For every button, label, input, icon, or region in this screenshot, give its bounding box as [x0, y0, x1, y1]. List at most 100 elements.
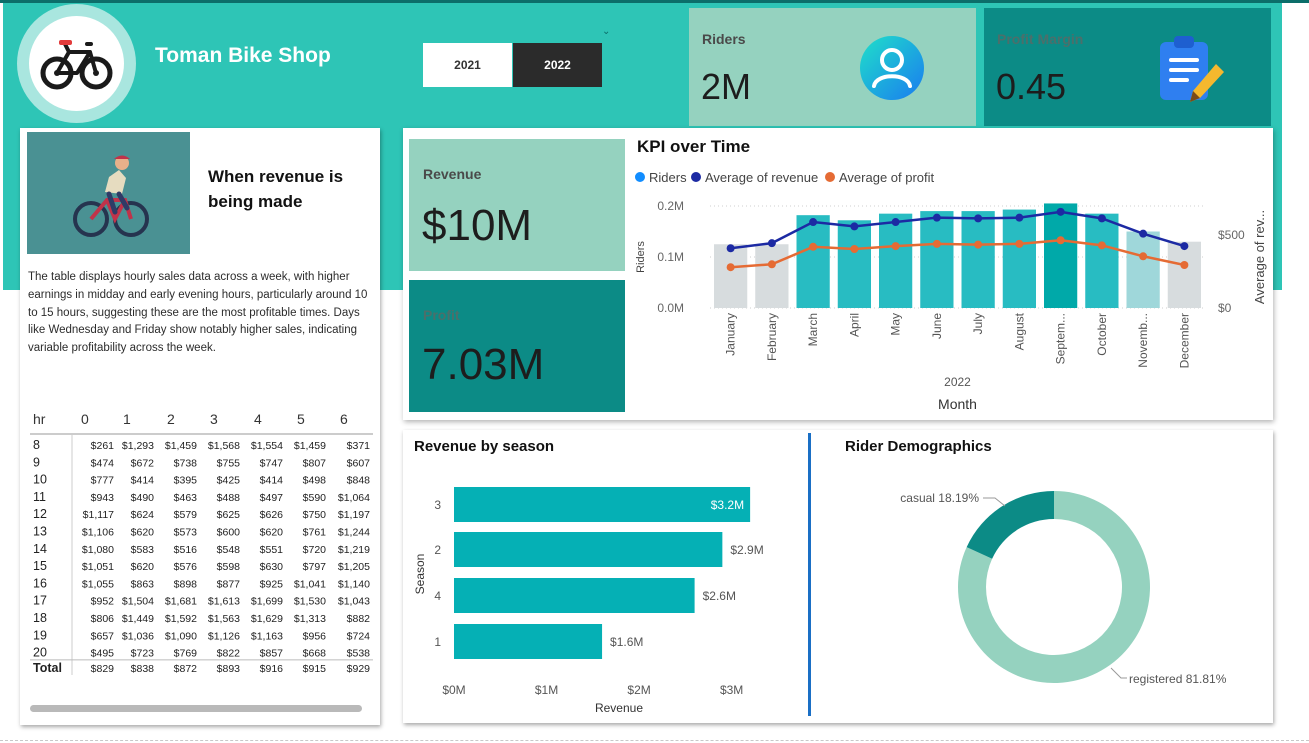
- table-cell: $1,459: [294, 440, 326, 452]
- table-total-cell: $915: [303, 663, 327, 675]
- x-tick-label: $2M: [627, 683, 650, 697]
- table-cell: $672: [131, 457, 155, 469]
- table-cell: $1,613: [208, 596, 240, 608]
- rider-bar: [879, 213, 913, 308]
- season-category-label: 4: [434, 589, 441, 603]
- x-tick-label: January: [724, 313, 738, 356]
- table-cell: $590: [303, 492, 327, 504]
- table-cell: $620: [131, 527, 155, 539]
- revenue-point: [974, 214, 983, 223]
- donut-label-registered: registered 81.81%: [1129, 672, 1227, 686]
- x-tick-label: March: [806, 313, 820, 346]
- table-cell: $1,090: [165, 630, 197, 642]
- table-cell: $1,699: [251, 596, 283, 608]
- rider-bar: [961, 211, 995, 308]
- x-axis-label: Month: [938, 396, 977, 412]
- revenue-point: [1056, 207, 1065, 216]
- table-cell: $1,064: [338, 492, 370, 504]
- riders-card: Riders 2M: [689, 8, 976, 126]
- table-header-cell: 1: [123, 411, 131, 427]
- table-cell: $723: [131, 648, 155, 660]
- table-cell: $1,244: [338, 527, 370, 539]
- profit-point: [767, 260, 776, 269]
- table-cell: $720: [303, 544, 327, 556]
- table-total-cell: $916: [260, 663, 284, 675]
- table-cell: $1,106: [82, 527, 114, 539]
- table-cell: $807: [303, 457, 327, 469]
- table-cell: $576: [174, 561, 198, 573]
- profit-point: [891, 242, 900, 251]
- season-bar: [454, 624, 603, 659]
- horizontal-scrollbar[interactable]: [30, 705, 362, 712]
- table-cell: $747: [260, 457, 284, 469]
- x-tick-label: $3M: [720, 683, 743, 697]
- y-tick-label: 0.0M: [657, 301, 684, 315]
- dashboard: Toman Bike Shop 2021 2022 ⌄ Riders 2M Pr…: [0, 0, 1309, 743]
- table-cell: $925: [260, 578, 284, 590]
- cyclist-icon: [73, 155, 149, 237]
- chevron-down-icon[interactable]: ⌄: [602, 26, 610, 37]
- table-cell: $620: [131, 561, 155, 573]
- bicycle-icon: [40, 40, 113, 90]
- table-cell: $1,041: [294, 578, 326, 590]
- revenue-point: [1097, 214, 1106, 223]
- revenue-point: [726, 244, 735, 253]
- table-cell: $625: [217, 509, 241, 521]
- table-row-hour: 14: [33, 542, 47, 556]
- table-cell: $1,117: [83, 509, 114, 521]
- table-total-label: Total: [33, 661, 62, 675]
- table-cell: $761: [303, 527, 327, 539]
- profit-point: [850, 244, 859, 253]
- table-cell: $583: [131, 544, 155, 556]
- table-cell: $848: [347, 475, 371, 487]
- table-row-hour: 13: [33, 525, 47, 539]
- table-cell: $490: [131, 492, 155, 504]
- x-group-label: 2022: [944, 375, 971, 389]
- rider-bar: [837, 220, 871, 308]
- y-tick-label: 0.2M: [657, 199, 684, 213]
- table-cell: $624: [131, 509, 155, 521]
- table-cell: $1,293: [122, 440, 154, 452]
- table-header-cell: 3: [210, 411, 218, 427]
- year-2022-button[interactable]: 2022: [513, 43, 602, 87]
- x-tick-label: October: [1095, 313, 1109, 356]
- table-cell: $724: [347, 630, 371, 642]
- hourly-sales-table: hr 0 1 2 3 4 5 68 $261 $1,293 $1,459 $1,568 $1,554 $1…: [30, 411, 373, 675]
- table-total-cell: $838: [131, 663, 155, 675]
- profit-point: [1139, 252, 1148, 261]
- table-total-cell: $893: [217, 663, 241, 675]
- info-body: The table displays hourly sales data acr…: [28, 271, 368, 355]
- x-tick-label: December: [1177, 313, 1191, 368]
- bottom-border: [0, 740, 1309, 741]
- x-tick-label: February: [765, 313, 779, 361]
- table-header-cell: 5: [297, 411, 305, 427]
- table-cell: $1,504: [122, 596, 154, 608]
- table-cell: $579: [174, 509, 198, 521]
- revenue-by-season-chart: Revenue by season 3 $3.2M 2 $2.9M 4 $2.6M 1 $1.6…: [413, 438, 764, 715]
- x-tick-label: August: [1012, 312, 1026, 350]
- x-tick-label: June: [930, 313, 944, 339]
- profit-point: [1180, 261, 1189, 270]
- table-cell: $573: [174, 527, 198, 539]
- table-cell: $548: [217, 544, 241, 556]
- table-cell: $769: [174, 648, 198, 660]
- table-cell: $1,449: [122, 613, 154, 625]
- year-2021-button[interactable]: 2021: [423, 43, 512, 87]
- table-cell: $750: [303, 509, 327, 521]
- table-row-hour: 12: [33, 507, 47, 521]
- table-cell: $598: [217, 561, 241, 573]
- cyclist-illustration: [27, 132, 190, 254]
- table-header-cell: 2: [167, 411, 175, 427]
- donut-label-casual: casual 18.19%: [900, 491, 979, 505]
- season-chart-title: Revenue by season: [414, 438, 554, 455]
- table-row-hour: 11: [33, 490, 46, 504]
- x-tick-label: $1M: [535, 683, 558, 697]
- season-category-label: 1: [434, 635, 441, 649]
- table-cell: $1,126: [208, 630, 240, 642]
- legend-marker: [825, 172, 835, 182]
- profit-margin-card: Profit Margin 0.45: [984, 8, 1271, 126]
- profit-point: [1097, 241, 1106, 250]
- season-bar: [454, 578, 695, 613]
- table-cell: $474: [91, 457, 115, 469]
- rider-bar: [1126, 231, 1160, 308]
